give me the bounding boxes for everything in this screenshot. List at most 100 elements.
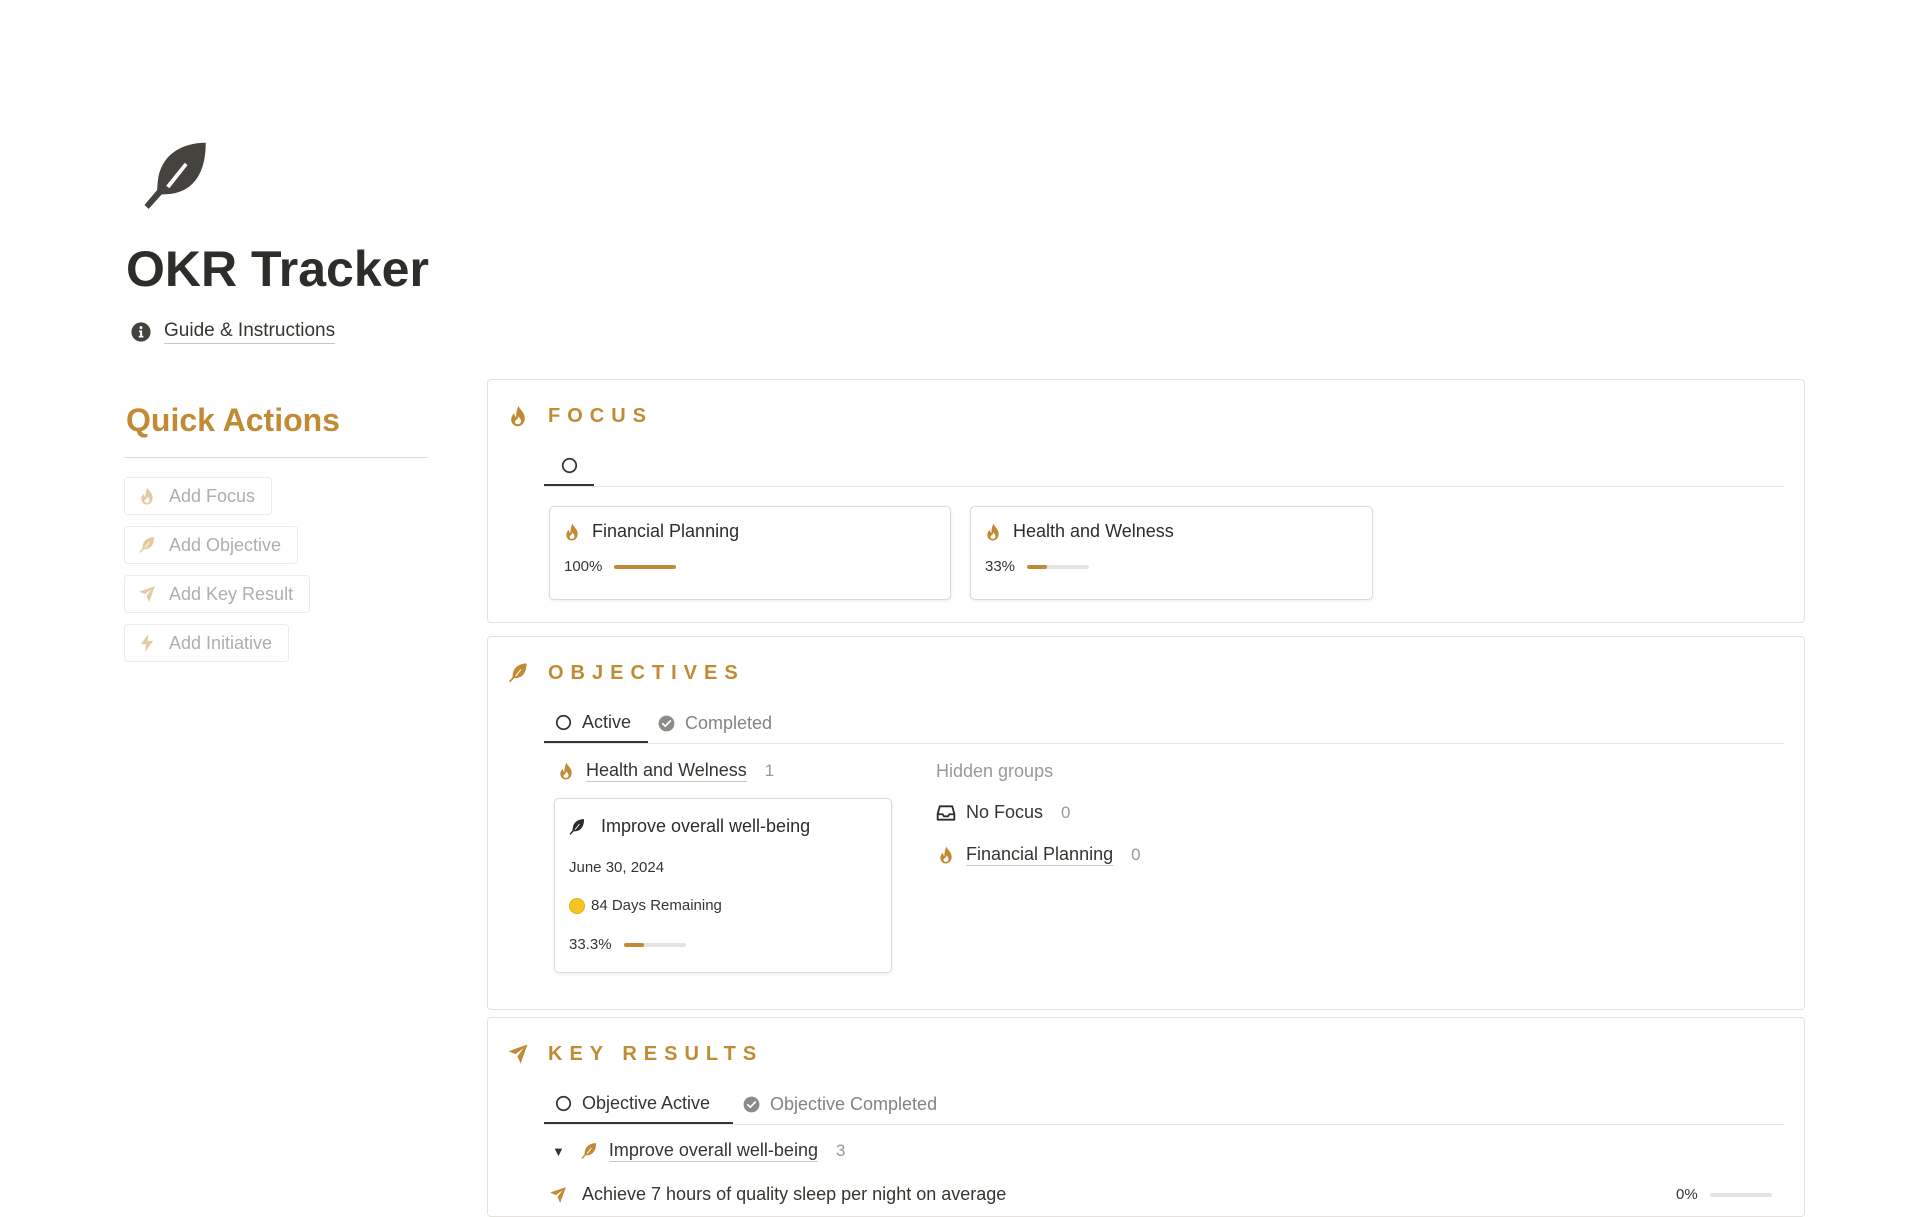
progress-text: 0% xyxy=(1676,1186,1698,1203)
circle-icon xyxy=(560,456,579,475)
feather-icon xyxy=(137,535,157,555)
circle-icon xyxy=(554,713,573,732)
page-title: OKR Tracker xyxy=(126,241,429,297)
add-initiative-button[interactable]: Add Initiative xyxy=(124,624,290,662)
flame-icon xyxy=(936,845,956,865)
progress-text: 100% xyxy=(564,558,603,575)
hidden-group-no-focus[interactable]: No Focus 0 xyxy=(936,802,1071,823)
group-health-and-welness[interactable]: Health and Welness 1 xyxy=(556,760,774,782)
feather-icon xyxy=(567,817,587,837)
flame-icon xyxy=(983,522,1003,542)
remaining-text: 84 Days Remaining xyxy=(591,897,722,914)
yellow-dot-icon xyxy=(569,897,585,914)
key-results-header: KEY RESULTS xyxy=(506,1042,763,1066)
progress-row: 33% xyxy=(985,558,1090,575)
group-count: 1 xyxy=(764,761,775,780)
add-objective-label: Add Objective xyxy=(169,534,282,555)
tab-label: Objective Active xyxy=(582,1092,711,1113)
add-focus-button[interactable]: Add Focus xyxy=(124,477,273,515)
add-objective-button[interactable]: Add Objective xyxy=(124,526,299,564)
hidden-group-financial-planning[interactable]: Financial Planning 0 xyxy=(936,844,1141,866)
objective-remaining: 84 Days Remaining xyxy=(569,897,722,914)
key-result-progress: 0% xyxy=(1676,1186,1772,1203)
tab-objective-active[interactable]: Objective Active xyxy=(544,1084,733,1124)
paper-plane-icon xyxy=(548,1185,568,1205)
group-name: Financial Planning xyxy=(966,844,1114,866)
objective-card[interactable]: Improve overall well-being June 30, 2024… xyxy=(554,798,892,973)
flame-icon xyxy=(562,522,582,542)
group-name: Health and Welness xyxy=(586,760,747,782)
group-count: 0 xyxy=(1131,845,1141,864)
progress-row: 33.3% xyxy=(569,936,686,953)
progress-bar xyxy=(1027,564,1090,569)
add-focus-label: Add Focus xyxy=(169,485,256,506)
card-title: Health and Welness xyxy=(983,521,1174,542)
progress-fill xyxy=(614,564,677,569)
guide-link-label: Guide & Instructions xyxy=(164,320,336,344)
progress-bar xyxy=(623,942,686,947)
lightning-icon xyxy=(137,633,157,653)
quick-actions-divider xyxy=(124,457,428,458)
key-result-row[interactable]: Achieve 7 hours of quality sleep per nig… xyxy=(548,1184,1006,1205)
tab-objective-completed[interactable]: Objective Completed xyxy=(742,1084,937,1124)
progress-bar xyxy=(614,564,677,569)
key-results-tabs: Objective Active Objective Completed xyxy=(544,1084,1784,1125)
focus-name: Health and Welness xyxy=(1013,521,1174,541)
add-initiative-label: Add Initiative xyxy=(169,632,273,653)
tab-label: Objective Completed xyxy=(770,1093,938,1114)
progress-row: 100% xyxy=(564,558,677,575)
add-key-result-button[interactable]: Add Key Result xyxy=(124,575,311,613)
objective-date: June 30, 2024 xyxy=(569,859,665,876)
focus-tabs xyxy=(544,446,1784,487)
progress-fill xyxy=(1027,564,1048,569)
circle-icon xyxy=(554,1094,573,1113)
group-name: No Focus xyxy=(966,802,1044,822)
objectives-tabs: Active Completed xyxy=(544,703,1784,744)
feather-icon xyxy=(579,1141,599,1161)
paper-plane-icon xyxy=(506,1042,530,1066)
add-key-result-label: Add Key Result xyxy=(169,583,294,604)
caret-down-icon[interactable]: ▼ xyxy=(552,1144,565,1159)
objectives-title: OBJECTIVES xyxy=(548,661,745,684)
flame-icon xyxy=(137,486,157,506)
progress-text: 33.3% xyxy=(569,936,612,953)
focus-card-health-and-welness[interactable]: Health and Welness 33% xyxy=(970,506,1373,600)
tab-completed[interactable]: Completed xyxy=(657,703,772,743)
tab-label: Active xyxy=(582,711,632,732)
tab-active[interactable]: Active xyxy=(544,703,648,743)
paper-plane-icon xyxy=(137,584,157,604)
progress-fill xyxy=(623,942,645,947)
info-icon xyxy=(130,321,152,343)
card-title: Improve overall well-being xyxy=(567,816,810,837)
key-results-panel: KEY RESULTS Objective Active Objective C… xyxy=(487,1017,1805,1217)
group-count: 3 xyxy=(835,1141,846,1160)
group-improve-overall-well-being[interactable]: ▼ Improve overall well-being 3 xyxy=(552,1140,845,1162)
feather-icon xyxy=(506,661,530,685)
objectives-panel: OBJECTIVES Active Completed Health and W… xyxy=(487,636,1805,1010)
focus-header: FOCUS xyxy=(506,404,653,428)
key-results-title: KEY RESULTS xyxy=(548,1042,764,1065)
key-result-name: Achieve 7 hours of quality sleep per nig… xyxy=(582,1184,1007,1204)
guide-instructions-link[interactable]: Guide & Instructions xyxy=(130,320,336,344)
check-circle-icon xyxy=(657,714,676,733)
tab-label: Completed xyxy=(685,712,773,733)
flame-icon xyxy=(556,761,576,781)
progress-text: 33% xyxy=(985,558,1016,575)
group-name: Improve overall well-being xyxy=(608,1140,818,1162)
objectives-header: OBJECTIVES xyxy=(506,661,745,685)
focus-panel: FOCUS Financial Planning 100% Health and… xyxy=(487,379,1805,623)
feather-icon xyxy=(134,134,218,218)
focus-view-tab[interactable] xyxy=(544,446,594,486)
objective-name: Improve overall well-being xyxy=(601,816,811,836)
progress-bar xyxy=(1709,1192,1772,1197)
inbox-icon xyxy=(936,803,956,823)
focus-card-financial-planning[interactable]: Financial Planning 100% xyxy=(549,506,951,600)
hidden-groups-heading: Hidden groups xyxy=(936,761,1054,781)
focus-title: FOCUS xyxy=(548,404,653,427)
card-title: Financial Planning xyxy=(562,521,739,542)
quick-actions-heading: Quick Actions xyxy=(126,402,340,438)
group-count: 0 xyxy=(1061,802,1071,822)
check-circle-icon xyxy=(742,1095,761,1114)
flame-icon xyxy=(506,404,530,428)
focus-name: Financial Planning xyxy=(592,521,740,541)
